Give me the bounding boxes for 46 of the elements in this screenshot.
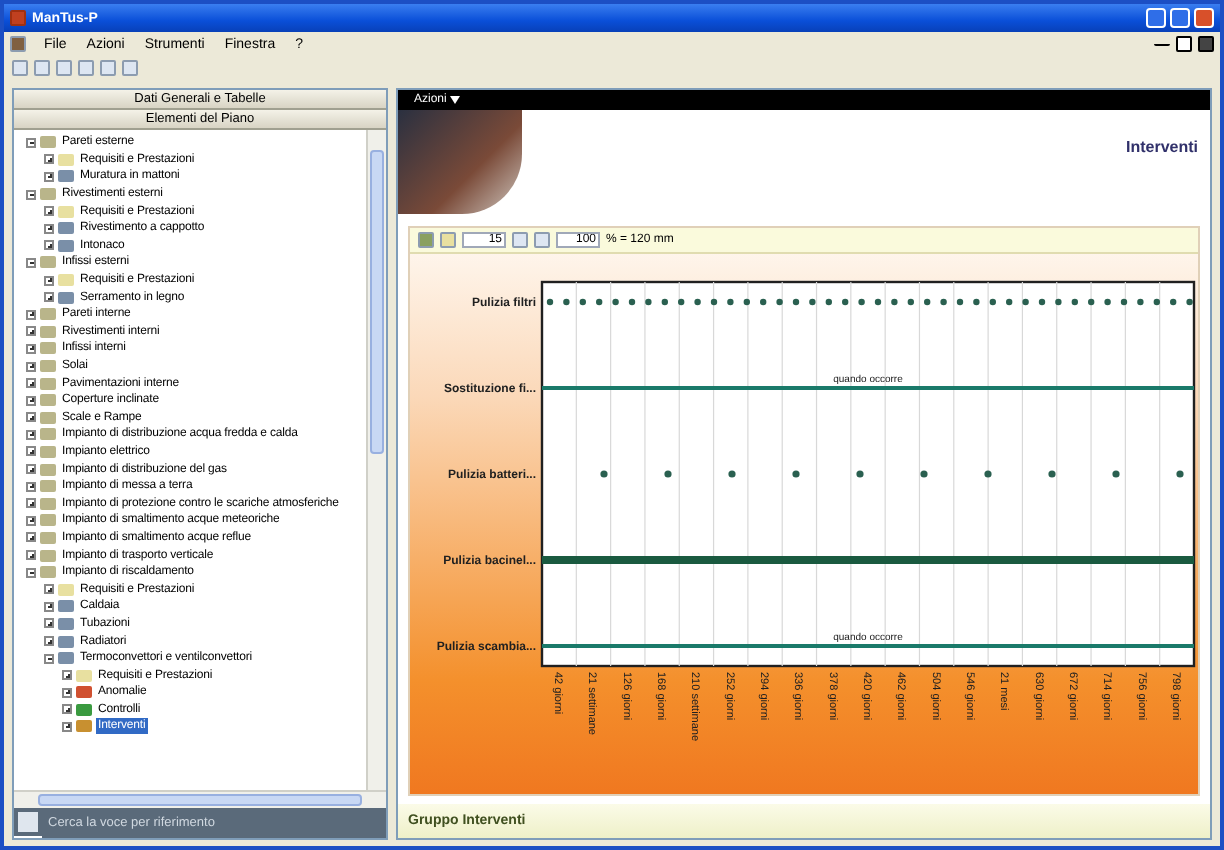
expand-toggle[interactable]	[26, 464, 36, 475]
expand-toggle[interactable]	[26, 326, 36, 337]
collapse-toggle[interactable]	[26, 567, 36, 578]
expand-toggle[interactable]	[26, 309, 36, 320]
folder-icon	[40, 136, 56, 149]
expand-toggle[interactable]	[44, 584, 54, 595]
expand-toggle[interactable]	[44, 636, 54, 647]
search-icon[interactable]	[14, 808, 42, 836]
vertical-scrollbar[interactable]	[366, 130, 386, 790]
expand-toggle[interactable]	[62, 704, 72, 715]
expand-toggle[interactable]	[26, 481, 36, 492]
expand-toggle[interactable]	[44, 292, 54, 303]
expand-toggle[interactable]	[44, 275, 54, 286]
expand-toggle[interactable]	[44, 240, 54, 251]
page-title: Interventi	[1125, 138, 1198, 156]
collapse-toggle[interactable]	[26, 137, 36, 148]
expand-toggle[interactable]	[44, 154, 54, 165]
restore-button[interactable]	[1176, 36, 1192, 52]
expand-toggle[interactable]	[26, 343, 36, 354]
expand-toggle[interactable]	[44, 601, 54, 612]
expand-toggle[interactable]	[44, 171, 54, 182]
expand-toggle[interactable]	[26, 395, 36, 406]
expand-toggle[interactable]	[26, 446, 36, 457]
expand-toggle[interactable]	[26, 378, 36, 389]
expand-toggle[interactable]	[26, 429, 36, 440]
expand-toggle[interactable]	[44, 223, 54, 234]
expand-toggle[interactable]	[62, 670, 72, 681]
expand-toggle[interactable]	[62, 687, 72, 698]
folder-icon	[40, 188, 56, 201]
horizontal-scrollbar[interactable]	[14, 790, 386, 808]
photo-placeholder	[398, 110, 522, 214]
expand-toggle[interactable]	[44, 618, 54, 629]
expand-toggle[interactable]	[26, 515, 36, 526]
expand-toggle[interactable]	[62, 721, 72, 732]
folder-icon	[40, 256, 56, 269]
collapse-toggle[interactable]	[44, 653, 54, 664]
collapse-toggle[interactable]	[26, 189, 36, 200]
expand-toggle[interactable]	[26, 498, 36, 509]
expand-toggle[interactable]	[26, 550, 36, 561]
expand-toggle[interactable]	[26, 361, 36, 372]
collapse-toggle[interactable]	[26, 257, 36, 268]
expand-toggle[interactable]	[26, 412, 36, 423]
caret-icon	[450, 96, 461, 104]
expand-toggle[interactable]	[26, 532, 36, 543]
expand-toggle[interactable]	[44, 206, 54, 217]
maximize-button[interactable]	[1170, 8, 1190, 28]
